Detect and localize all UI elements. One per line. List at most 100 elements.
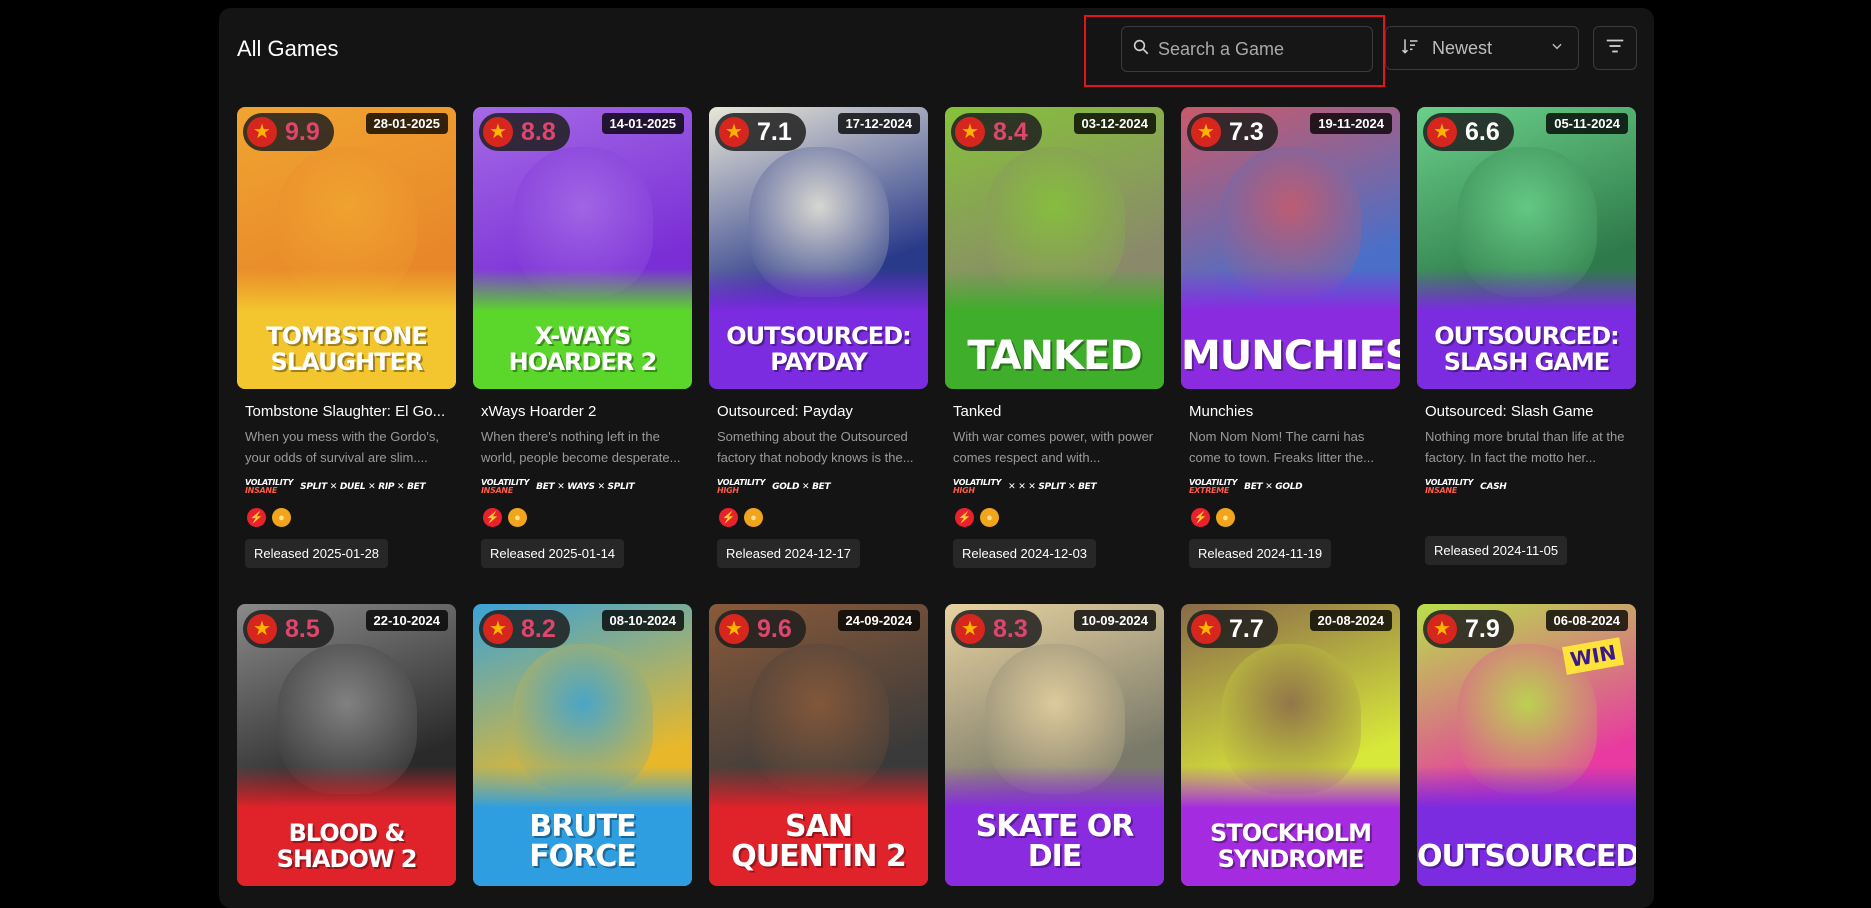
page-title: All Games xyxy=(237,36,339,61)
filter-button[interactable] xyxy=(1593,26,1637,70)
star-icon: ★ xyxy=(483,614,513,644)
game-card[interactable]: OUTSOURCED ★ 7.9 06-08-2024 WIN xyxy=(1417,604,1636,886)
search-box[interactable] xyxy=(1121,26,1373,72)
game-title[interactable]: Outsourced: Slash Game xyxy=(1417,403,1629,420)
search-icon xyxy=(1132,38,1150,61)
game-thumbnail[interactable]: OUTSOURCED ★ 7.9 06-08-2024 WIN xyxy=(1417,604,1636,886)
star-icon: ★ xyxy=(955,117,985,147)
released-date-label: Released 2025-01-14 xyxy=(481,539,625,568)
feature-badges: BET ✕ WAYS ✕ SPLIT xyxy=(536,482,635,492)
poster-title: MUNCHIES xyxy=(1181,333,1400,379)
rating-score: 9.9 xyxy=(285,117,320,146)
poster-title: BRUTE FORCE xyxy=(529,809,637,874)
bolt-icon: ⚡ xyxy=(955,508,974,527)
game-description: When you mess with the Gordo's, your odd… xyxy=(245,429,439,465)
release-date-badge: 24-09-2024 xyxy=(837,610,920,631)
game-card[interactable]: STOCKHOLM SYNDROME ★ 7.7 20-08-2024 xyxy=(1181,604,1400,886)
game-card[interactable]: OUTSOURCED: SLASH GAME ★ 6.6 05-11-2024 Outs… xyxy=(1417,107,1636,604)
feature-tags: VOLATILITY HIGH GOLD ✕ BET xyxy=(709,476,928,498)
star-icon: ★ xyxy=(719,614,749,644)
feature-icons: ⚡ ● xyxy=(709,508,928,527)
volatility-value: HIGH xyxy=(717,486,739,495)
feature-tags: VOLATILITY EXTREME BET ✕ GOLD xyxy=(1181,476,1400,498)
rating-score: 9.6 xyxy=(757,614,792,643)
game-card[interactable]: SAN QUENTIN 2 ★ 9.6 24-09-2024 xyxy=(709,604,928,886)
release-date-badge: 10-09-2024 xyxy=(1073,610,1156,631)
game-title[interactable]: Munchies xyxy=(1181,403,1393,420)
game-card[interactable]: TOMBSTONE SLAUGHTER ★ 9.9 28-01-2025 Tombsto… xyxy=(237,107,456,604)
coin-icon: ● xyxy=(508,508,527,527)
games-grid-row-1: TOMBSTONE SLAUGHTER ★ 9.9 28-01-2025 Tombsto… xyxy=(237,107,1636,604)
feature-badges: GOLD ✕ BET xyxy=(772,482,831,492)
feature-tags: VOLATILITY INSANE CASH xyxy=(1417,476,1636,498)
game-title[interactable]: xWays Hoarder 2 xyxy=(473,403,685,420)
poster-title: STOCKHOLM SYNDROME xyxy=(1210,819,1372,873)
rating-score: 8.5 xyxy=(285,614,320,643)
game-card[interactable]: OUTSOURCED: PAYDAY ★ 7.1 17-12-2024 Outsourc… xyxy=(709,107,928,604)
sort-label: Newest xyxy=(1432,37,1493,58)
volatility-tag: VOLATILITY INSANE xyxy=(245,479,293,495)
feature-tags: VOLATILITY INSANE BET ✕ WAYS ✕ SPLIT xyxy=(473,476,692,498)
release-date-badge: 22-10-2024 xyxy=(365,610,448,631)
star-icon: ★ xyxy=(247,117,277,147)
search-input[interactable] xyxy=(1158,38,1358,60)
volatility-value: HIGH xyxy=(953,486,975,495)
game-card[interactable]: MUNCHIES ★ 7.3 19-11-2024 Munchies Nom Nom No… xyxy=(1181,107,1400,604)
release-date-badge: 20-08-2024 xyxy=(1309,610,1392,631)
game-title[interactable]: Tombstone Slaughter: El Go... xyxy=(237,403,449,420)
game-description: When there's nothing left in the world, … xyxy=(481,429,681,465)
game-thumbnail[interactable]: SAN QUENTIN 2 ★ 9.6 24-09-2024 xyxy=(709,604,928,886)
volatility-value: INSANE xyxy=(481,486,513,495)
bolt-icon: ⚡ xyxy=(483,508,502,527)
game-card[interactable]: TANKED ★ 8.4 03-12-2024 Tanked With war comes… xyxy=(945,107,1164,604)
coin-icon: ● xyxy=(272,508,291,527)
game-title[interactable]: Tanked xyxy=(945,403,1157,420)
game-card[interactable]: BLOOD & SHADOW 2 ★ 8.5 22-10-2024 xyxy=(237,604,456,886)
volatility-tag: VOLATILITY INSANE xyxy=(481,479,529,495)
feature-icons: ⚡ ● xyxy=(473,508,692,527)
game-thumbnail[interactable]: TOMBSTONE SLAUGHTER ★ 9.9 28-01-2025 xyxy=(237,107,456,389)
feature-badges: ✕ ✕ ✕ SPLIT ✕ BET xyxy=(1008,482,1097,492)
rating-badge: ★ 8.8 xyxy=(479,113,570,151)
game-card[interactable]: SKATE OR DIE ★ 8.3 10-09-2024 xyxy=(945,604,1164,886)
game-description: Nothing more brutal than life at the fac… xyxy=(1425,429,1625,465)
game-title[interactable]: Outsourced: Payday xyxy=(709,403,921,420)
game-description: Something about the Outsourced factory t… xyxy=(717,429,914,465)
rating-badge: ★ 9.9 xyxy=(243,113,334,151)
game-thumbnail[interactable]: MUNCHIES ★ 7.3 19-11-2024 xyxy=(1181,107,1400,389)
rating-badge: ★ 8.5 xyxy=(243,610,334,648)
rating-score: 8.4 xyxy=(993,117,1028,146)
rating-score: 7.3 xyxy=(1229,117,1264,146)
game-thumbnail[interactable]: OUTSOURCED: SLASH GAME ★ 6.6 05-11-2024 xyxy=(1417,107,1636,389)
sort-descending-icon xyxy=(1400,36,1420,61)
game-card[interactable]: BRUTE FORCE ★ 8.2 08-10-2024 xyxy=(473,604,692,886)
rating-score: 8.8 xyxy=(521,117,556,146)
game-thumbnail[interactable]: BLOOD & SHADOW 2 ★ 8.5 22-10-2024 xyxy=(237,604,456,886)
volatility-tag: VOLATILITY HIGH xyxy=(717,479,765,495)
game-thumbnail[interactable]: OUTSOURCED: PAYDAY ★ 7.1 17-12-2024 xyxy=(709,107,928,389)
games-panel: All Games Newest TOMBSTONE SLAUGHTER ★ 9.9… xyxy=(219,8,1654,908)
volatility-tag: VOLATILITY EXTREME xyxy=(1189,479,1237,495)
game-description: With war comes power, with power comes r… xyxy=(953,429,1154,465)
released-date-label: Released 2024-12-03 xyxy=(953,539,1097,568)
coin-icon: ● xyxy=(744,508,763,527)
rating-badge: ★ 8.2 xyxy=(479,610,570,648)
star-icon: ★ xyxy=(1427,614,1457,644)
sort-dropdown[interactable]: Newest xyxy=(1385,26,1579,70)
game-card[interactable]: X-WAYS HOARDER 2 ★ 8.8 14-01-2025 xWays Hoar… xyxy=(473,107,692,604)
star-icon: ★ xyxy=(483,117,513,147)
game-thumbnail[interactable]: STOCKHOLM SYNDROME ★ 7.7 20-08-2024 xyxy=(1181,604,1400,886)
release-date-badge: 06-08-2024 xyxy=(1545,610,1628,631)
rating-score: 8.3 xyxy=(993,614,1028,643)
game-thumbnail[interactable]: SKATE OR DIE ★ 8.3 10-09-2024 xyxy=(945,604,1164,886)
game-thumbnail[interactable]: X-WAYS HOARDER 2 ★ 8.8 14-01-2025 xyxy=(473,107,692,389)
bolt-icon: ⚡ xyxy=(1191,508,1210,527)
bolt-icon: ⚡ xyxy=(719,508,738,527)
release-date-badge: 05-11-2024 xyxy=(1546,113,1628,134)
game-thumbnail[interactable]: TANKED ★ 8.4 03-12-2024 xyxy=(945,107,1164,389)
game-thumbnail[interactable]: BRUTE FORCE ★ 8.2 08-10-2024 xyxy=(473,604,692,886)
volatility-value: INSANE xyxy=(1425,486,1457,495)
rating-badge: ★ 7.7 xyxy=(1187,610,1278,648)
poster-title: TANKED xyxy=(967,333,1142,379)
volatility-tag: VOLATILITY INSANE xyxy=(1425,479,1473,495)
